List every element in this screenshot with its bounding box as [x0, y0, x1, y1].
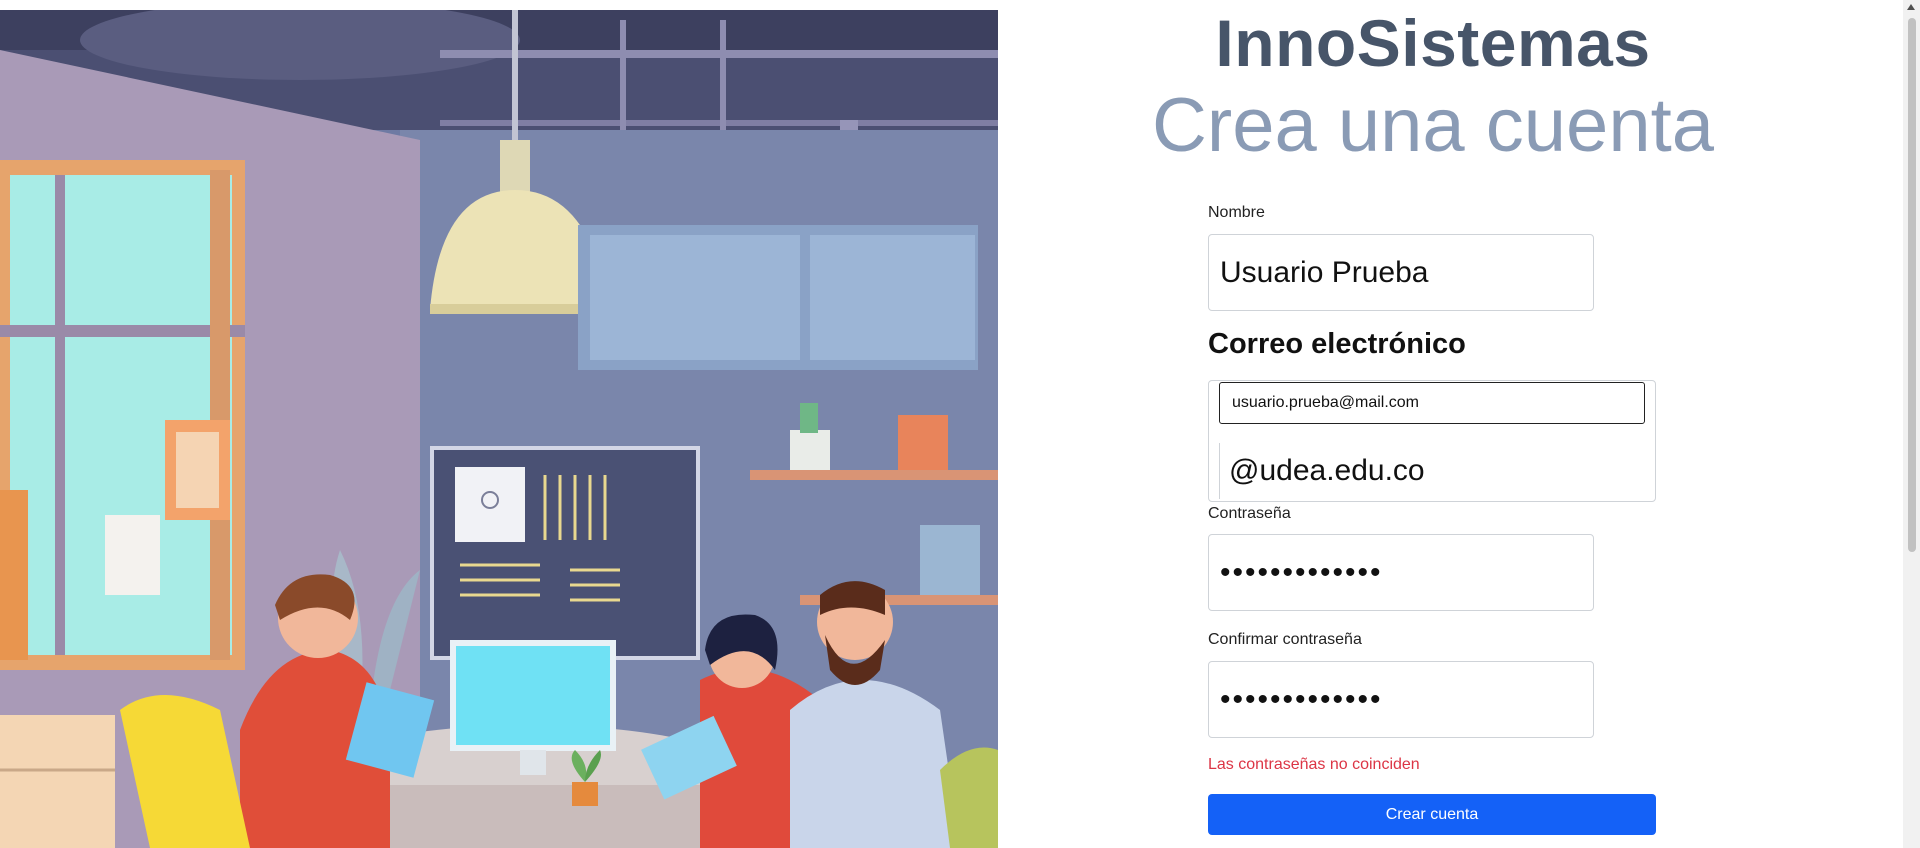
create-account-button[interactable]: Crear cuenta [1208, 794, 1656, 835]
email-label: Correo electrónico [1208, 328, 1466, 360]
confirm-password-field[interactable]: ••••••••••••• [1208, 661, 1594, 738]
page-title: Crea una cuenta [1152, 83, 1714, 168]
email-field[interactable]: usuario.prueba@mail.com [1219, 382, 1645, 424]
password-mismatch-error: Las contraseñas no coinciden [1208, 756, 1420, 773]
scroll-thumb[interactable] [1908, 18, 1916, 552]
name-field[interactable]: Usuario Prueba [1208, 234, 1594, 311]
confirm-password-label: Confirmar contraseña [1208, 631, 1362, 648]
password-label: Contraseña [1208, 505, 1291, 522]
email-input-group: usuario.prueba@mail.com @udea.edu.co [1208, 380, 1656, 502]
name-label: Nombre [1208, 204, 1265, 221]
vertical-scrollbar[interactable] [1903, 0, 1920, 848]
password-field[interactable]: ••••••••••••• [1208, 534, 1594, 611]
scroll-up-icon[interactable] [1907, 4, 1915, 10]
coworking-illustration [0, 10, 998, 848]
brand-title: InnoSistemas [1215, 6, 1651, 80]
email-domain-suffix: @udea.edu.co [1219, 443, 1639, 499]
